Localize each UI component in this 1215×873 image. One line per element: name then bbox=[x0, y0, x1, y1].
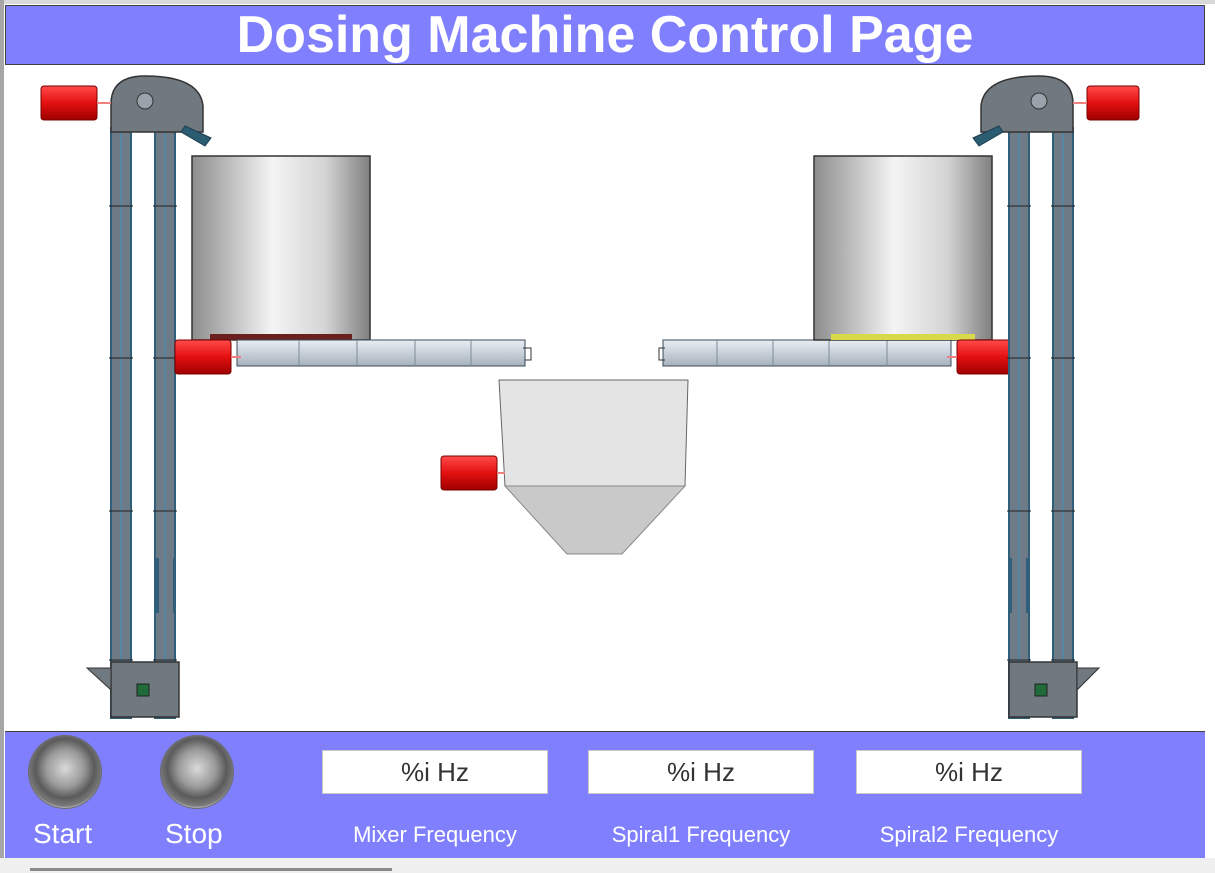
screw-conveyor-right-icon bbox=[658, 339, 952, 367]
stop-label: Stop bbox=[165, 818, 223, 849]
mixer-frequency-field[interactable]: %i Hz bbox=[322, 750, 548, 794]
page-title: Dosing Machine Control Page bbox=[236, 6, 974, 64]
silo-left-icon bbox=[191, 155, 371, 341]
motor-icon bbox=[1073, 85, 1140, 121]
window-top-edge bbox=[0, 0, 1215, 4]
motor-icon bbox=[947, 339, 1014, 375]
title-bar: Dosing Machine Control Page bbox=[5, 5, 1205, 65]
mixer-icon bbox=[498, 379, 689, 555]
spiral1-frequency-field[interactable]: %i Hz bbox=[588, 750, 814, 794]
mixer-frequency-label: Mixer Frequency bbox=[353, 822, 517, 847]
process-scene bbox=[5, 66, 1205, 730]
motor-icon bbox=[174, 339, 241, 375]
window-left-edge bbox=[0, 0, 4, 860]
process-diagram bbox=[40, 75, 1140, 719]
screw-conveyor-left-icon bbox=[236, 339, 532, 367]
spiral1-frequency-label: Spiral1 Frequency bbox=[611, 822, 791, 847]
start-button[interactable] bbox=[29, 736, 101, 808]
stop-button[interactable] bbox=[161, 736, 233, 808]
motor-icon bbox=[440, 455, 505, 491]
motor-icon bbox=[40, 85, 111, 121]
control-panel: Start Stop %i Hz Mixer Frequency %i Hz S… bbox=[5, 731, 1205, 858]
silo-right-icon bbox=[813, 155, 993, 341]
scrollbar-thumb[interactable] bbox=[30, 868, 392, 871]
start-label: Start bbox=[33, 818, 93, 849]
spiral2-frequency-label: Spiral2 Frequency bbox=[879, 822, 1059, 847]
spiral2-frequency-field[interactable]: %i Hz bbox=[856, 750, 1082, 794]
